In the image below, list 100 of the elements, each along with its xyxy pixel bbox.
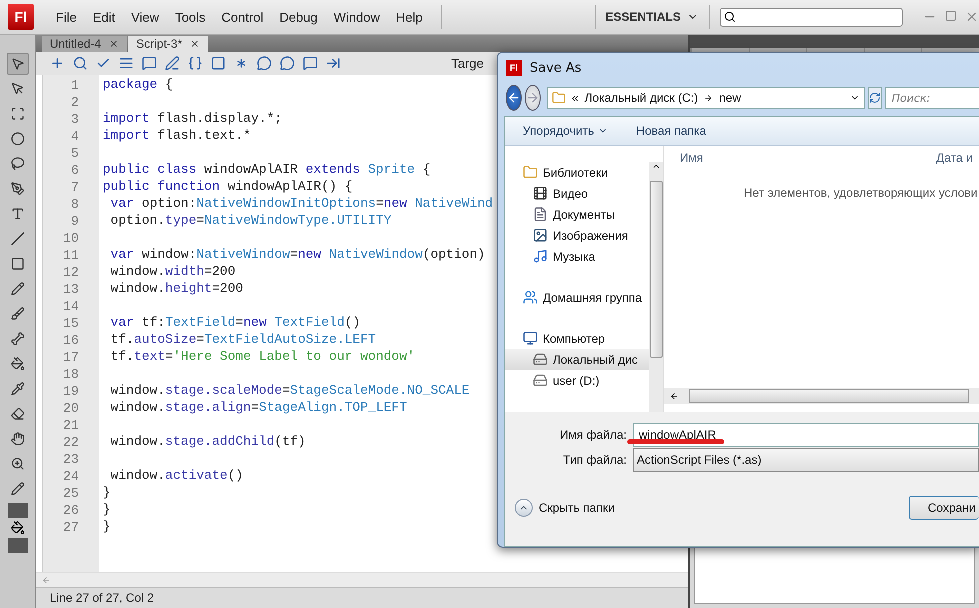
refresh-button[interactable] (868, 87, 882, 109)
scroll-up-icon[interactable] (652, 162, 660, 171)
menu-item[interactable]: Window (326, 10, 388, 24)
hide-folders-button[interactable]: Скрыть папки (515, 499, 615, 517)
hand-icon (10, 432, 24, 446)
column-header[interactable]: Имя (680, 151, 704, 165)
search-icon[interactable] (73, 56, 88, 71)
line-number: 23 (62, 451, 80, 468)
tool-button[interactable] (6, 53, 28, 75)
breadcrumb-item[interactable]: new (719, 91, 742, 105)
nav-item[interactable]: user (D:) (505, 370, 649, 391)
line-number: 15 (62, 315, 80, 332)
line-number: 13 (62, 281, 80, 298)
menu-item[interactable]: Edit (84, 10, 124, 24)
code-line: tf.autoSize=TextFieldAutoSize.LEFT (110, 332, 376, 349)
scrollbar[interactable] (649, 162, 663, 412)
line-number: 11 (62, 247, 80, 264)
code-line: tf.text='Here Some Label to our wondow' (110, 349, 416, 366)
status-bar: Line 27 of 27, Col 2 (36, 587, 688, 608)
command-button[interactable]: Новая папка (636, 124, 706, 138)
comment-icon[interactable] (303, 56, 318, 71)
code-line: option.type=NativeWindowType.UTILITY (110, 213, 392, 230)
search-field[interactable]: Поиск: (885, 87, 979, 109)
line-number: 25 (62, 485, 80, 502)
menu-item[interactable]: Tools (167, 10, 214, 24)
box-icon[interactable] (211, 56, 226, 71)
code-line: } (103, 485, 111, 502)
document-icon (533, 207, 548, 222)
save-button[interactable]: Сохрани (909, 496, 979, 520)
scroll-left-icon[interactable] (670, 392, 679, 400)
braces-icon[interactable] (188, 56, 203, 71)
line-number: 22 (62, 434, 80, 451)
code-line: window.stage.align=StageAlign.TOP_LEFT (110, 400, 408, 417)
line-number: 10 (62, 230, 80, 247)
nav-item[interactable]: Видео (505, 183, 649, 204)
menu-item[interactable]: Help (388, 10, 431, 24)
transform-tool-icon (10, 107, 24, 121)
forward-button[interactable] (525, 85, 541, 111)
code-line: public function windowAplAIR() { (103, 179, 353, 196)
line-number: 7 (70, 179, 80, 196)
breadcrumb-overflow[interactable]: « (572, 91, 579, 105)
nav-item[interactable]: Изображения (505, 225, 649, 246)
line-number: 1 (70, 77, 80, 94)
maximize-icon[interactable] (945, 10, 957, 22)
menu-item[interactable]: View (123, 10, 168, 24)
address-bar[interactable]: « Локальный диск (C:) new (547, 87, 865, 109)
code-line: } (103, 519, 111, 536)
code-line: window.stage.addChild(tf) (110, 434, 306, 451)
pen-icon (10, 182, 24, 196)
filetype-select[interactable]: ActionScript Files (*.as) (633, 448, 979, 472)
line-number: 8 (70, 196, 80, 213)
nav-item[interactable]: Компьютер (505, 328, 649, 349)
code-line: window.width=200 (110, 264, 236, 281)
column-header[interactable]: Дата и (936, 151, 973, 165)
add-icon[interactable] (50, 56, 65, 71)
nav-item[interactable]: Библиотеки (505, 162, 649, 183)
stroke-color-swatch[interactable] (8, 503, 28, 518)
command-button[interactable]: Упорядочить (523, 124, 608, 138)
document-tab[interactable]: Script-3* (128, 36, 208, 52)
fill-color-swatch[interactable] (8, 538, 28, 553)
scrollbar[interactable] (664, 388, 979, 404)
field-label: Имя файла: (559, 428, 627, 442)
app-logo: Fl (8, 4, 34, 30)
comment-icon[interactable] (257, 56, 272, 71)
workspace-switcher[interactable]: ESSENTIALS (606, 10, 699, 24)
breadcrumb-item[interactable]: Локальный диск (C:) (584, 91, 698, 105)
menu-item[interactable]: Control (214, 10, 272, 24)
pen-icon[interactable] (165, 56, 180, 71)
close-icon[interactable] (190, 39, 200, 49)
line-number: 3 (70, 111, 80, 128)
menu-item[interactable]: File (48, 10, 85, 24)
pencil-icon (10, 282, 24, 296)
folder-icon (523, 165, 538, 180)
nav-item[interactable]: Домашняя группа (505, 287, 649, 308)
menu-item[interactable]: Debug (272, 10, 326, 24)
close-icon[interactable] (109, 39, 120, 49)
nav-item[interactable]: Локальный дис (505, 349, 649, 370)
back-button[interactable] (506, 85, 522, 111)
folder-icon (552, 91, 566, 105)
subselection-tool-icon (10, 82, 24, 96)
panel-arrow-icon[interactable] (326, 56, 341, 71)
nav-item[interactable]: Музыка (505, 246, 649, 267)
image-icon (533, 228, 548, 243)
back-arrow-icon (507, 91, 521, 105)
nav-item[interactable]: Документы (505, 204, 649, 225)
search-field[interactable] (720, 8, 903, 26)
document-tab[interactable]: Untitled-4 (42, 36, 128, 52)
paint-bucket-icon[interactable] (10, 521, 24, 535)
line-number: 24 (62, 468, 80, 485)
line-number: 6 (70, 162, 80, 179)
line-number: 27 (62, 519, 80, 536)
search-icon (724, 11, 736, 23)
format-icon[interactable] (119, 56, 134, 71)
field-label: Тип файла: (562, 452, 627, 466)
comment-icon[interactable] (280, 56, 295, 71)
comment-icon[interactable] (142, 56, 157, 71)
line-number: 2 (70, 94, 80, 111)
monitor-icon (523, 331, 538, 346)
line-number: 26 (62, 502, 80, 519)
lasso-icon (10, 157, 24, 171)
